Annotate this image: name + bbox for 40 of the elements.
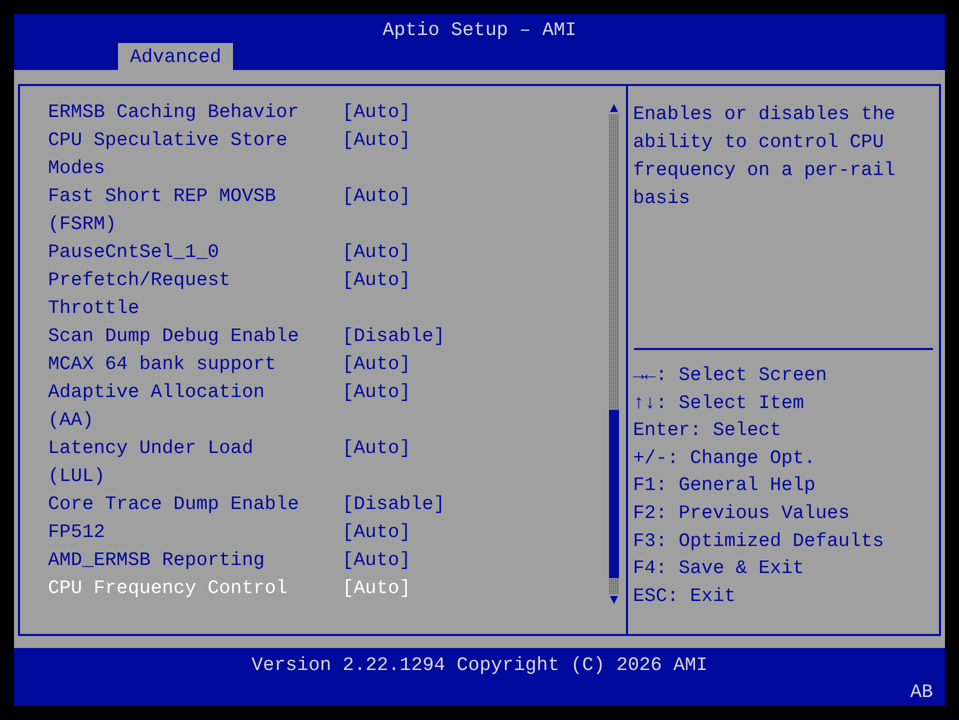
setting-label[interactable]: PauseCntSel_1_0: [48, 238, 310, 266]
key-hint: F1: General Help: [633, 473, 816, 498]
version-text: Version 2.22.1294 Copyright (C) 2026 AMI: [251, 654, 708, 676]
key-hint: +/-: Change Opt.: [633, 446, 816, 471]
setting-value[interactable]: [Auto]: [342, 350, 608, 378]
scroll-up-icon[interactable]: [609, 102, 619, 114]
setting-value[interactable]: [Auto]: [342, 238, 608, 266]
window-title: Aptio Setup – AMI: [382, 19, 576, 41]
key-hint: ↑↓: Select Item: [633, 390, 806, 416]
status-code: AB: [910, 681, 933, 703]
key-hint: F3: Optimized Defaults: [633, 528, 885, 554]
key-hint: F4: Save & Exit: [633, 556, 806, 582]
setting-value[interactable]: [Auto]: [342, 378, 608, 434]
setting-label[interactable]: ERMSB Caching Behavior: [48, 98, 310, 126]
key-hint: →←: Select Screen: [633, 363, 828, 388]
setting-value[interactable]: [Auto]: [342, 434, 608, 490]
setting-value[interactable]: [Auto]: [342, 546, 608, 574]
setting-value[interactable]: [Auto]: [342, 98, 608, 126]
tab[interactable]: Advanced: [118, 43, 234, 70]
setting-value[interactable]: [Auto]: [342, 518, 608, 546]
setting-label[interactable]: Prefetch/Request Throttle: [48, 266, 310, 322]
setting-value[interactable]: [Disable]: [342, 490, 608, 518]
setting-label[interactable]: MCAX 64 bank support: [48, 350, 310, 378]
key-hint: ESC: Exit: [633, 584, 737, 609]
setting-label[interactable]: AMD_ERMSB Reporting: [48, 546, 310, 574]
setting-label[interactable]: CPU Speculative Store Modes: [48, 126, 310, 182]
setting-value[interactable]: [Auto]: [342, 126, 608, 182]
setting-value[interactable]: [Auto]: [342, 266, 608, 322]
key-hint: F2: Previous Values: [633, 500, 851, 526]
help-text: Enables or disables the ability to control CPU frequency on a per-rail basis: [633, 102, 896, 211]
setting-label[interactable]: Scan Dump Debug Enable: [48, 322, 310, 350]
setting-value[interactable]: [Disable]: [342, 322, 608, 350]
setting-label[interactable]: Core Trace Dump Enable: [48, 490, 310, 518]
setting-label[interactable]: FP512: [48, 518, 310, 546]
setting-label[interactable]: Latency Under Load (LUL): [48, 434, 310, 490]
setting-value[interactable]: [Auto]: [342, 182, 608, 238]
setting-label[interactable]: Adaptive Allocation (AA): [48, 378, 310, 434]
setting-label[interactable]: Fast Short REP MOVSB (FSRM): [48, 182, 310, 238]
key-hint: Enter: Select: [633, 418, 782, 444]
scroll-down-icon[interactable]: [609, 594, 619, 606]
